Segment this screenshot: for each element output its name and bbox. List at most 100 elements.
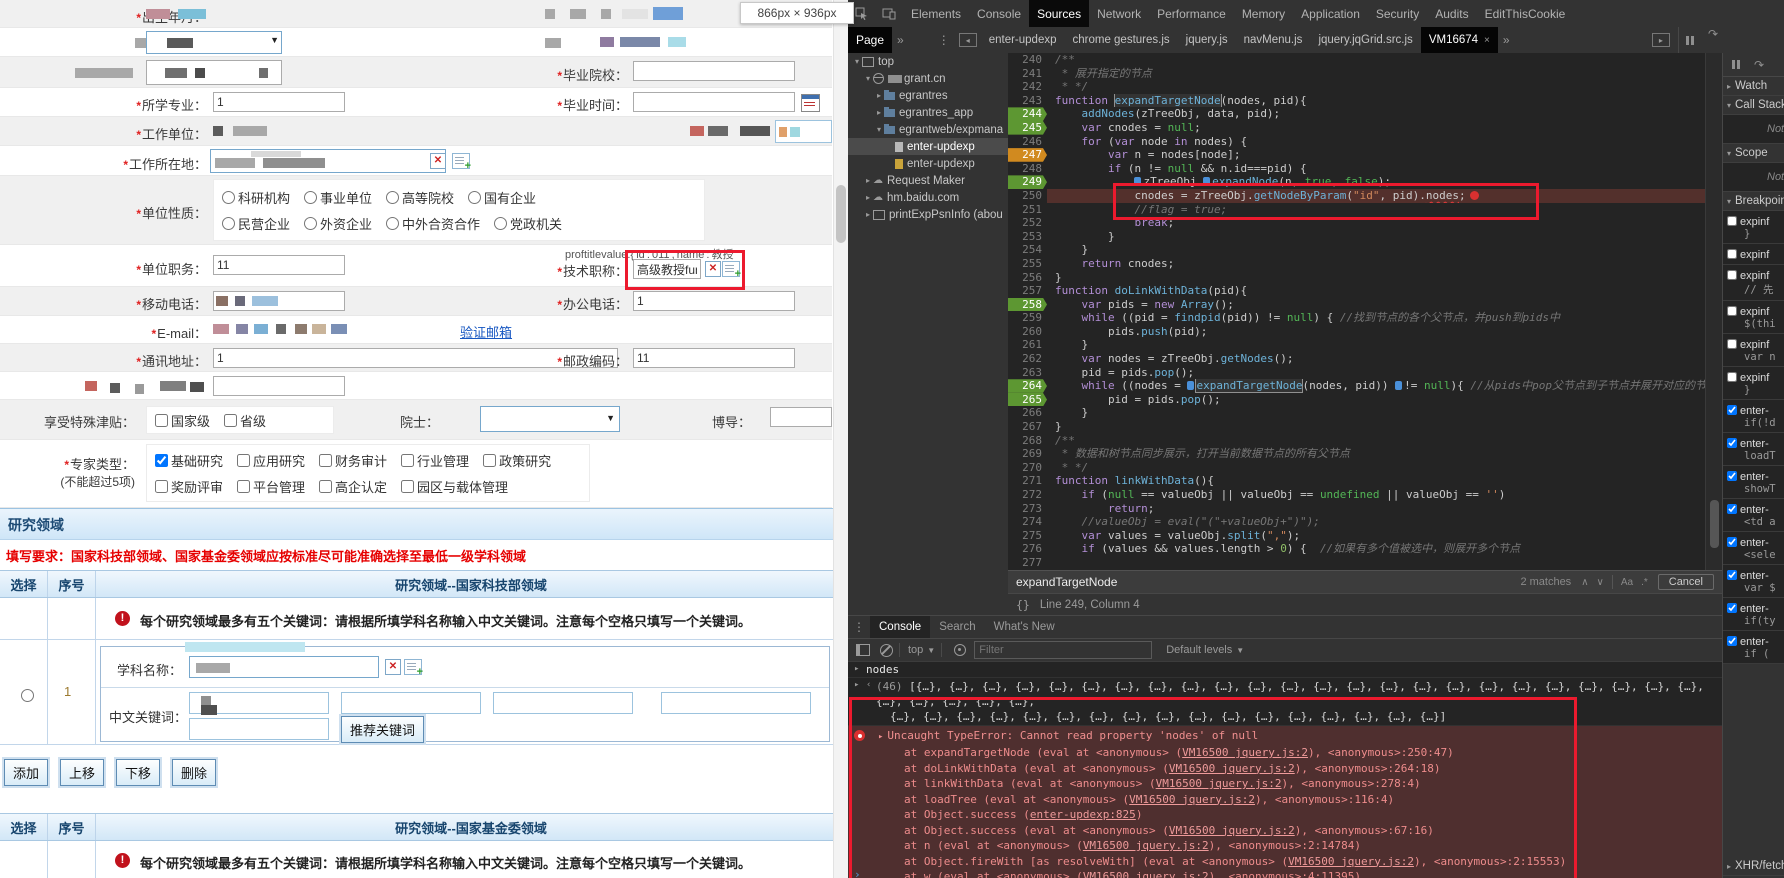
search-cancel-button[interactable]: Cancel — [1658, 574, 1714, 590]
check-option[interactable]: 应用研究 — [237, 451, 305, 470]
tree-item[interactable]: ▸☁hm.baidu.com — [848, 189, 1008, 206]
source-link[interactable]: VM16500 jquery.js:2 — [1288, 855, 1414, 868]
tree-item[interactable]: ▸☁Request Maker — [848, 172, 1008, 189]
line-number[interactable]: 261 — [1008, 338, 1047, 352]
navigator-menu-icon[interactable]: ⋮ — [933, 27, 955, 53]
line-number[interactable]: 257 — [1008, 284, 1047, 298]
redacted-input[interactable] — [213, 376, 345, 396]
tree-arrow-icon[interactable]: ▸ — [874, 91, 884, 100]
devtools-tab-memory[interactable]: Memory — [1234, 0, 1293, 27]
redacted-input[interactable] — [146, 60, 282, 85]
action-button-上移[interactable]: 上移 — [60, 759, 104, 786]
radio-option[interactable]: 高等院校 — [386, 188, 454, 207]
drawer-menu-icon[interactable]: ⋮ — [848, 620, 870, 634]
breakpoint-checkbox[interactable] — [1727, 405, 1737, 415]
zip-input[interactable] — [633, 348, 795, 368]
subject-input[interactable] — [189, 656, 379, 678]
device-toolbar-icon[interactable] — [875, 0, 903, 27]
xhr-breakpoints-section[interactable]: ▸XHR/fetch Breakpoints — [1723, 857, 1784, 876]
devtools-tab-performance[interactable]: Performance — [1149, 0, 1234, 27]
radio-option[interactable]: 党政机关 — [494, 214, 562, 233]
radio-input[interactable] — [468, 191, 481, 204]
regex-toggle[interactable]: .* — [1637, 577, 1652, 588]
radio-input[interactable] — [386, 191, 399, 204]
watch-section[interactable]: ▸Watch — [1723, 77, 1784, 96]
hide-navigator-icon[interactable]: ◂ — [959, 33, 977, 47]
line-number[interactable]: 263 — [1008, 366, 1047, 380]
radio-option[interactable]: 科研机构 — [222, 188, 290, 207]
select-from-list-icon[interactable] — [452, 153, 470, 169]
keyword-input[interactable] — [661, 692, 811, 714]
source-link[interactable]: VM16500 jquery.js:2 — [1083, 870, 1209, 878]
source-link[interactable]: VM16500 jquery.js:2 — [1129, 793, 1255, 806]
tree-arrow-icon[interactable]: ▸ — [863, 176, 873, 185]
tree-arrow-icon[interactable]: ▾ — [874, 125, 884, 134]
breakpoint-checkbox[interactable] — [1727, 372, 1737, 382]
redacted-dropdown[interactable]: ▼ — [146, 31, 282, 54]
tree-item[interactable]: ▸egrantres_app — [848, 104, 1008, 121]
breakpoint-entry[interactable]: expinfvar n — [1723, 334, 1784, 367]
breakpoint-entry[interactable]: expinf} — [1723, 367, 1784, 400]
line-number[interactable]: 242 — [1008, 80, 1047, 94]
breakpoint-entry[interactable]: enter-if(ty — [1723, 598, 1784, 631]
drawer-tab-what-s-new[interactable]: What's New — [985, 621, 1064, 633]
scrollbar-thumb[interactable] — [836, 185, 846, 243]
file-tab[interactable]: enter-updexp — [981, 27, 1065, 53]
show-debugger-sidebar-icon[interactable]: ▸ — [1652, 33, 1670, 47]
breakpoint-checkbox[interactable] — [1727, 504, 1737, 514]
breakpoint-entry[interactable]: enter-showT — [1723, 466, 1784, 499]
breakpoint-checkbox[interactable] — [1727, 249, 1737, 259]
action-button-下移[interactable]: 下移 — [116, 759, 160, 786]
mentor-input[interactable] — [770, 407, 832, 427]
file-tab[interactable]: navMenu.js — [1236, 27, 1311, 53]
major-input[interactable] — [213, 92, 345, 112]
tree-item[interactable]: ▾egrantweb/expmana — [848, 121, 1008, 138]
breakpoint-checkbox[interactable] — [1727, 537, 1737, 547]
live-expression-icon[interactable] — [954, 644, 966, 656]
radio-option[interactable]: 中外合资合作 — [386, 214, 480, 233]
line-number[interactable]: 259 — [1008, 311, 1047, 325]
previous-match-icon[interactable]: ∧ — [1577, 577, 1592, 588]
line-number[interactable]: 253 — [1008, 230, 1047, 244]
line-number[interactable]: 262 — [1008, 352, 1047, 366]
breakpoint-entry[interactable]: enter-var $ — [1723, 565, 1784, 598]
devtools-tab-security[interactable]: Security — [1368, 0, 1427, 27]
radio-input[interactable] — [304, 217, 317, 230]
breakpoint-checkbox[interactable] — [1727, 570, 1737, 580]
radio-input[interactable] — [386, 217, 399, 230]
checkbox-input[interactable] — [319, 480, 332, 493]
tree-arrow-icon[interactable]: ▾ — [852, 57, 862, 66]
academician-select[interactable]: ▼ — [480, 406, 620, 432]
redacted-input[interactable] — [775, 120, 832, 143]
line-number[interactable]: 275 — [1008, 529, 1047, 543]
console-sidebar-icon[interactable] — [856, 644, 870, 656]
line-number[interactable]: 276 — [1008, 542, 1047, 556]
source-link[interactable]: VM16500 jquery.js:2 — [1156, 777, 1282, 790]
checkbox-input[interactable] — [401, 454, 414, 467]
devtools-tab-editthiscookie[interactable]: EditThisCookie — [1477, 0, 1574, 27]
recommend-keywords-button[interactable]: 推荐关键词 — [341, 716, 424, 743]
scope-section[interactable]: ▾Scope — [1723, 144, 1784, 163]
breakpoint-checkbox[interactable] — [1727, 636, 1737, 646]
check-option[interactable]: 行业管理 — [401, 451, 469, 470]
line-number[interactable]: 256 — [1008, 271, 1047, 285]
action-button-添加[interactable]: 添加 — [4, 759, 48, 786]
check-option[interactable]: 政策研究 — [483, 451, 551, 470]
keyword-input[interactable] — [341, 692, 481, 714]
breakpoint-entry[interactable]: expinf — [1723, 244, 1784, 265]
breakpoint-entry[interactable]: expinf} — [1723, 211, 1784, 244]
radio-input[interactable] — [222, 217, 235, 230]
checkbox-input[interactable] — [155, 414, 168, 427]
line-number[interactable]: 241 — [1008, 67, 1047, 81]
check-option[interactable]: 基础研究 — [155, 451, 223, 470]
line-number[interactable]: 269 — [1008, 447, 1047, 461]
line-number[interactable]: 260 — [1008, 325, 1047, 339]
check-option[interactable]: 财务审计 — [319, 451, 387, 470]
line-number[interactable]: 267 — [1008, 420, 1047, 434]
call-stack-section[interactable]: ▾Call Stack — [1723, 96, 1784, 115]
select-from-list-icon[interactable] — [404, 659, 422, 675]
source-link[interactable]: VM16500 jquery.js:2 — [1169, 824, 1295, 837]
console-error[interactable]: ▸Uncaught TypeError: Cannot read propert… — [848, 726, 1722, 878]
next-match-icon[interactable]: ∨ — [1593, 577, 1608, 588]
breakpoint-checkbox[interactable] — [1727, 216, 1737, 226]
